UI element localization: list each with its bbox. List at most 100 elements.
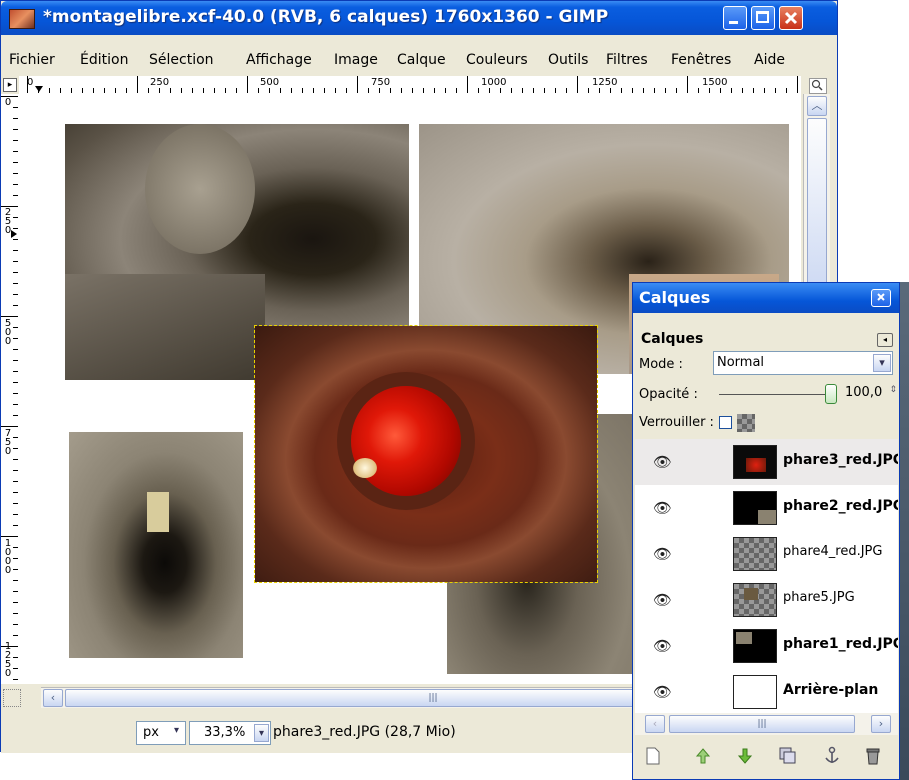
stone-column bbox=[145, 124, 255, 254]
layers-toolbar bbox=[633, 739, 899, 775]
eye-icon[interactable]: 👁 bbox=[653, 499, 672, 517]
ruler-label: 500 bbox=[4, 318, 12, 347]
zoom-selector[interactable]: 33,3% ▾ bbox=[189, 721, 271, 745]
menu-aide[interactable]: Aide bbox=[754, 52, 785, 68]
gimp-app-icon[interactable] bbox=[9, 9, 35, 29]
layer-row[interactable]: 👁 phare3_red.JPG bbox=[635, 439, 898, 486]
lower-layer-icon[interactable] bbox=[737, 747, 753, 765]
dialog-close-button[interactable] bbox=[871, 289, 891, 307]
ruler-label: 1500 bbox=[702, 77, 728, 88]
layer-row[interactable]: 👁 phare2_red.JPG bbox=[635, 485, 898, 532]
stairwell-photo-3[interactable] bbox=[69, 432, 243, 658]
raise-layer-icon[interactable] bbox=[695, 747, 711, 765]
ruler-pointer-icon bbox=[35, 86, 43, 92]
menu-affichage[interactable]: Affichage bbox=[246, 52, 312, 68]
menu-edition[interactable]: Édition bbox=[80, 52, 128, 68]
lock-label: Verrouiller : bbox=[639, 415, 714, 430]
layer-name: Arrière-plan bbox=[783, 682, 879, 698]
unit-value: px bbox=[143, 725, 159, 740]
mode-selector[interactable]: Normal ▾ bbox=[713, 351, 893, 375]
maximize-icon bbox=[756, 11, 769, 23]
mode-value: Normal bbox=[717, 355, 765, 370]
phare-red-photo[interactable] bbox=[254, 325, 598, 583]
layer-name: phare2_red.JPG bbox=[783, 498, 898, 514]
ruler-label: 1000 bbox=[481, 77, 507, 88]
scroll-right-button[interactable]: › bbox=[871, 715, 891, 733]
zoom-navigate-icon[interactable] bbox=[809, 78, 827, 94]
lock-alpha-icon[interactable] bbox=[737, 414, 755, 432]
tab-menu-icon[interactable]: ◂ bbox=[877, 333, 893, 347]
new-layer-icon[interactable] bbox=[645, 747, 661, 765]
layer-row[interactable]: 👁 phare5.JPG bbox=[635, 577, 898, 624]
menu-outils[interactable]: Outils bbox=[548, 52, 588, 68]
menu-fichier[interactable]: Fichier bbox=[9, 52, 55, 68]
thumbnail-content bbox=[758, 510, 776, 524]
opacity-spinner[interactable]: 100,0 ⇕ bbox=[839, 383, 897, 405]
ruler-label: 1250 bbox=[4, 641, 12, 679]
layer-name: phare3_red.JPG bbox=[783, 452, 898, 468]
eye-icon[interactable]: 👁 bbox=[653, 453, 672, 471]
background-desktop-strip bbox=[900, 282, 909, 780]
chevron-down-icon: ▾ bbox=[173, 725, 179, 736]
ruler-label: 750 bbox=[4, 428, 12, 457]
scroll-up-button[interactable]: ︿ bbox=[807, 96, 827, 116]
layer-name: phare5.JPG bbox=[783, 590, 855, 605]
thumbnail-content bbox=[746, 458, 766, 472]
lamp-glare bbox=[353, 458, 377, 478]
navigation-corner-icon[interactable] bbox=[3, 689, 21, 707]
quick-mask-menu-icon[interactable]: ▸ bbox=[3, 78, 17, 92]
close-icon bbox=[784, 11, 798, 25]
ruler-label: 750 bbox=[371, 77, 391, 88]
unit-selector[interactable]: px ▾ bbox=[136, 721, 186, 745]
opacity-slider-handle[interactable] bbox=[825, 384, 837, 404]
mode-label: Mode : bbox=[639, 357, 683, 372]
menu-calque[interactable]: Calque bbox=[397, 52, 446, 68]
menu-filtres[interactable]: Filtres bbox=[606, 52, 648, 68]
menu-fenetres[interactable]: Fenêtres bbox=[671, 52, 731, 68]
vertical-ruler[interactable]: 0 250 500 750 1000 1250 bbox=[1, 94, 20, 684]
window-titlebar[interactable]: *montagelibre.xcf-40.0 (RVB, 6 calques) … bbox=[1, 1, 837, 35]
opacity-value: 100,0 bbox=[845, 385, 883, 400]
maximize-button[interactable] bbox=[751, 6, 775, 30]
layer-thumbnail bbox=[733, 583, 777, 617]
scroll-left-button[interactable]: ‹ bbox=[645, 715, 665, 733]
stone-steps bbox=[65, 274, 265, 380]
layers-hscrollbar[interactable]: ‹ ||| › bbox=[635, 713, 898, 735]
anchor-layer-icon[interactable] bbox=[823, 746, 841, 766]
layers-scroll-thumb[interactable]: ||| bbox=[669, 715, 855, 733]
eye-icon[interactable]: 👁 bbox=[653, 591, 672, 609]
status-message: phare3_red.JPG (28,7 Mio) bbox=[273, 724, 456, 740]
window-title: *montagelibre.xcf-40.0 (RVB, 6 calques) … bbox=[43, 7, 609, 27]
vertical-scroll-thumb[interactable] bbox=[807, 118, 827, 308]
opacity-slider-track[interactable] bbox=[719, 394, 831, 395]
window-light bbox=[147, 492, 169, 532]
layers-tab-label: Calques bbox=[641, 331, 704, 347]
delete-layer-icon[interactable] bbox=[865, 746, 881, 766]
layers-list: 👁 phare3_red.JPG 👁 phare2_red.JPG 👁 phar… bbox=[635, 439, 898, 715]
eye-icon[interactable]: 👁 bbox=[653, 683, 672, 701]
ruler-label: 1250 bbox=[592, 77, 618, 88]
layers-dialog-titlebar[interactable]: Calques bbox=[633, 283, 899, 313]
eye-icon[interactable]: 👁 bbox=[653, 545, 672, 563]
layer-thumbnail bbox=[733, 445, 777, 479]
close-icon bbox=[877, 293, 885, 301]
thumbnail-content bbox=[744, 588, 758, 600]
minimize-button[interactable] bbox=[723, 6, 747, 30]
ruler-label: 500 bbox=[260, 77, 280, 88]
duplicate-layer-icon[interactable] bbox=[779, 747, 797, 765]
close-button[interactable] bbox=[779, 6, 803, 30]
eye-icon[interactable]: 👁 bbox=[653, 637, 672, 655]
horizontal-ruler[interactable]: 0 250 500 750 1000 1250 1500 bbox=[19, 76, 801, 95]
layer-row[interactable]: 👁 phare4_red.JPG bbox=[635, 531, 898, 578]
layer-row[interactable]: 👁 Arrière-plan bbox=[635, 669, 898, 715]
layer-name: phare1_red.JPG bbox=[783, 636, 898, 652]
layer-thumbnail bbox=[733, 629, 777, 663]
ruler-label: 250 bbox=[150, 77, 170, 88]
menu-couleurs[interactable]: Couleurs bbox=[466, 52, 528, 68]
layer-row[interactable]: 👁 phare1_red.JPG bbox=[635, 623, 898, 670]
menu-selection[interactable]: Sélection bbox=[149, 52, 214, 68]
menu-image[interactable]: Image bbox=[334, 52, 378, 68]
layer-thumbnail bbox=[733, 675, 777, 709]
scroll-left-button[interactable]: ‹ bbox=[43, 689, 63, 707]
lock-pixels-checkbox[interactable] bbox=[719, 416, 732, 429]
